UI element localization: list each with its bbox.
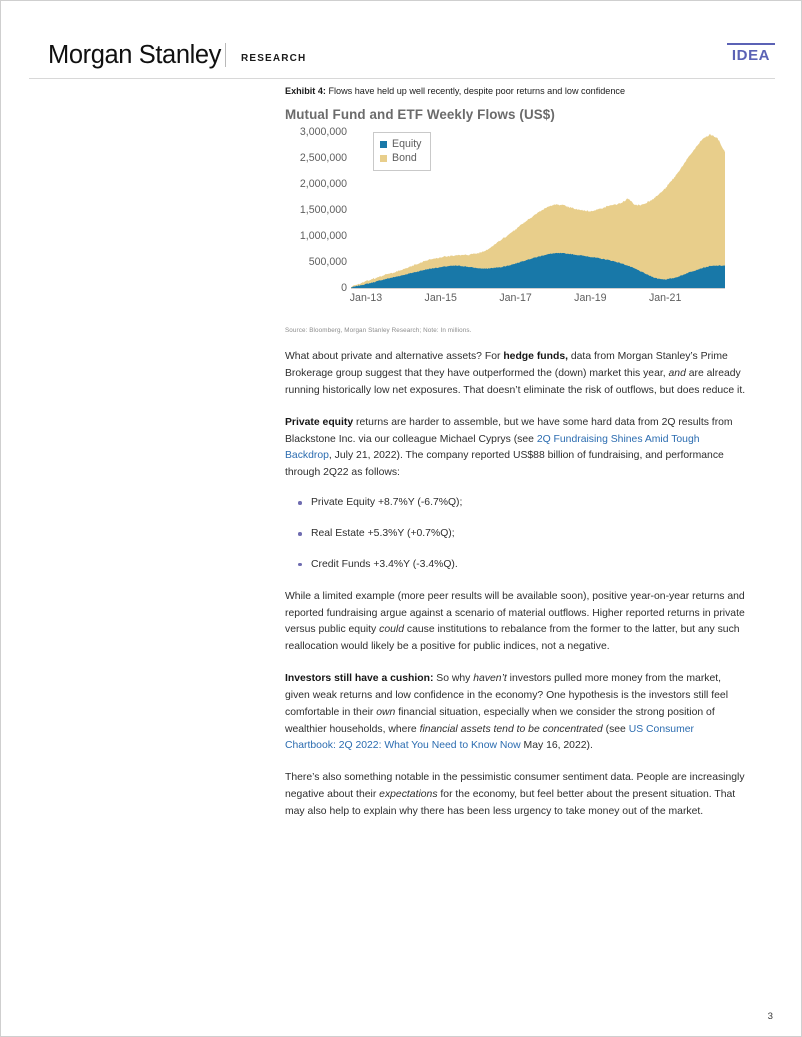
legend-entry: Equity	[380, 137, 421, 151]
p1-italic-and: and	[668, 368, 686, 380]
exhibit-caption: Exhibit 4: Flows have held up well recen…	[285, 85, 747, 97]
chart-title: Mutual Fund and ETF Weekly Flows (US$)	[285, 107, 555, 123]
p1-text-a: What about private and alternative asset…	[285, 351, 504, 363]
y-axis-tick: 3,000,000	[299, 126, 347, 139]
x-axis: Jan-13 Jan-15 Jan-17 Jan-19 Jan-21	[349, 292, 725, 312]
list-item: Real Estate +5.3%Y (+0.7%Q);	[298, 526, 747, 543]
paragraph-private-equity: Private equity returns are harder to ass…	[285, 415, 747, 482]
y-axis-tick: 2,000,000	[299, 178, 347, 191]
x-axis-tick: Jan-19	[574, 292, 607, 305]
paragraph-limited-example: While a limited example (more peer resul…	[285, 589, 747, 656]
p4-italic-own: own	[376, 706, 396, 718]
document-page: Morgan Stanley RESEARCH IDEA Exhibit 4: …	[0, 0, 802, 1037]
morgan-stanley-logo: Morgan Stanley	[48, 41, 221, 69]
list-item: Credit Funds +3.4%Y (-3.4%Q).	[298, 557, 747, 574]
p4-text-d: (see	[602, 723, 629, 735]
y-axis-tick: 2,500,000	[299, 152, 347, 165]
flows-area-chart: 3,000,000 2,500,000 2,000,000 1,500,000 1,00…	[285, 126, 747, 323]
p3-italic-could: could	[379, 624, 404, 636]
paragraph-investors-cushion: Investors still have a cushion: So why h…	[285, 671, 747, 755]
y-axis: 3,000,000 2,500,000 2,000,000 1,500,000 1,00…	[285, 126, 347, 294]
p2-bold-private-equity: Private equity	[285, 416, 354, 428]
bullet-text: Private Equity +8.7%Y (-6.7%Q);	[311, 497, 463, 509]
legend-entry: Bond	[380, 151, 421, 165]
idea-badge: IDEA	[727, 43, 775, 63]
x-axis-line	[351, 288, 725, 290]
y-axis-tick: 0	[341, 282, 347, 295]
y-axis-tick: 1,500,000	[299, 204, 347, 217]
legend-swatch-icon	[380, 140, 387, 148]
chart-source-note: Source: Bloomberg, Morgan Stanley Resear…	[285, 327, 472, 335]
y-axis-tick: 500,000	[308, 256, 347, 269]
bullet-text: Credit Funds +3.4%Y (-3.4%Q).	[311, 558, 458, 570]
p1-bold-hedge-funds: hedge funds,	[503, 351, 568, 363]
p4-text-e: May 16, 2022).	[520, 740, 593, 752]
p2-text-b: , July 21, 2022). The company reported U…	[285, 450, 724, 479]
idea-label: IDEA	[731, 47, 771, 64]
legend-label: Equity	[392, 138, 422, 151]
p4-italic-concentrated: financial assets tend to be concentrated	[419, 723, 603, 735]
legend-swatch-icon	[380, 154, 387, 162]
list-item: Private Equity +8.7%Y (-6.7%Q);	[298, 495, 747, 512]
content-column: Exhibit 4: Flows have held up well recen…	[285, 79, 747, 831]
x-axis-tick: Jan-15	[424, 292, 457, 305]
p5-italic-expectations: expectations	[379, 789, 438, 801]
exhibit-label: Exhibit 4:	[285, 86, 326, 96]
page-number: 3	[767, 1011, 773, 1022]
bullet-text: Real Estate +5.3%Y (+0.7%Q);	[311, 528, 455, 540]
y-axis-tick: 1,000,000	[299, 230, 347, 243]
x-axis-tick: Jan-17	[499, 292, 532, 305]
paragraph-consumer-sentiment: There’s also something notable in the pe…	[285, 770, 747, 821]
page-header: Morgan Stanley RESEARCH IDEA	[1, 1, 801, 79]
x-axis-tick: Jan-13	[349, 292, 383, 305]
p4-italic-havent: haven’t	[473, 673, 507, 685]
performance-bullet-list: Private Equity +8.7%Y (-6.7%Q); Real Est…	[285, 495, 747, 574]
chart-legend: Equity Bond	[373, 132, 432, 172]
p4-text-a: So why	[433, 673, 474, 685]
x-axis-tick: Jan-21	[648, 292, 682, 305]
logo-divider	[225, 43, 226, 67]
p4-bold-lead: Investors still have a cushion:	[285, 673, 434, 685]
paragraph-hedge-funds: What about private and alternative asset…	[285, 349, 747, 400]
exhibit-caption-text: Flows have held up well recently, despit…	[328, 86, 626, 96]
legend-label: Bond	[392, 152, 417, 165]
research-label: RESEARCH	[241, 53, 307, 64]
idea-rule	[727, 43, 775, 45]
